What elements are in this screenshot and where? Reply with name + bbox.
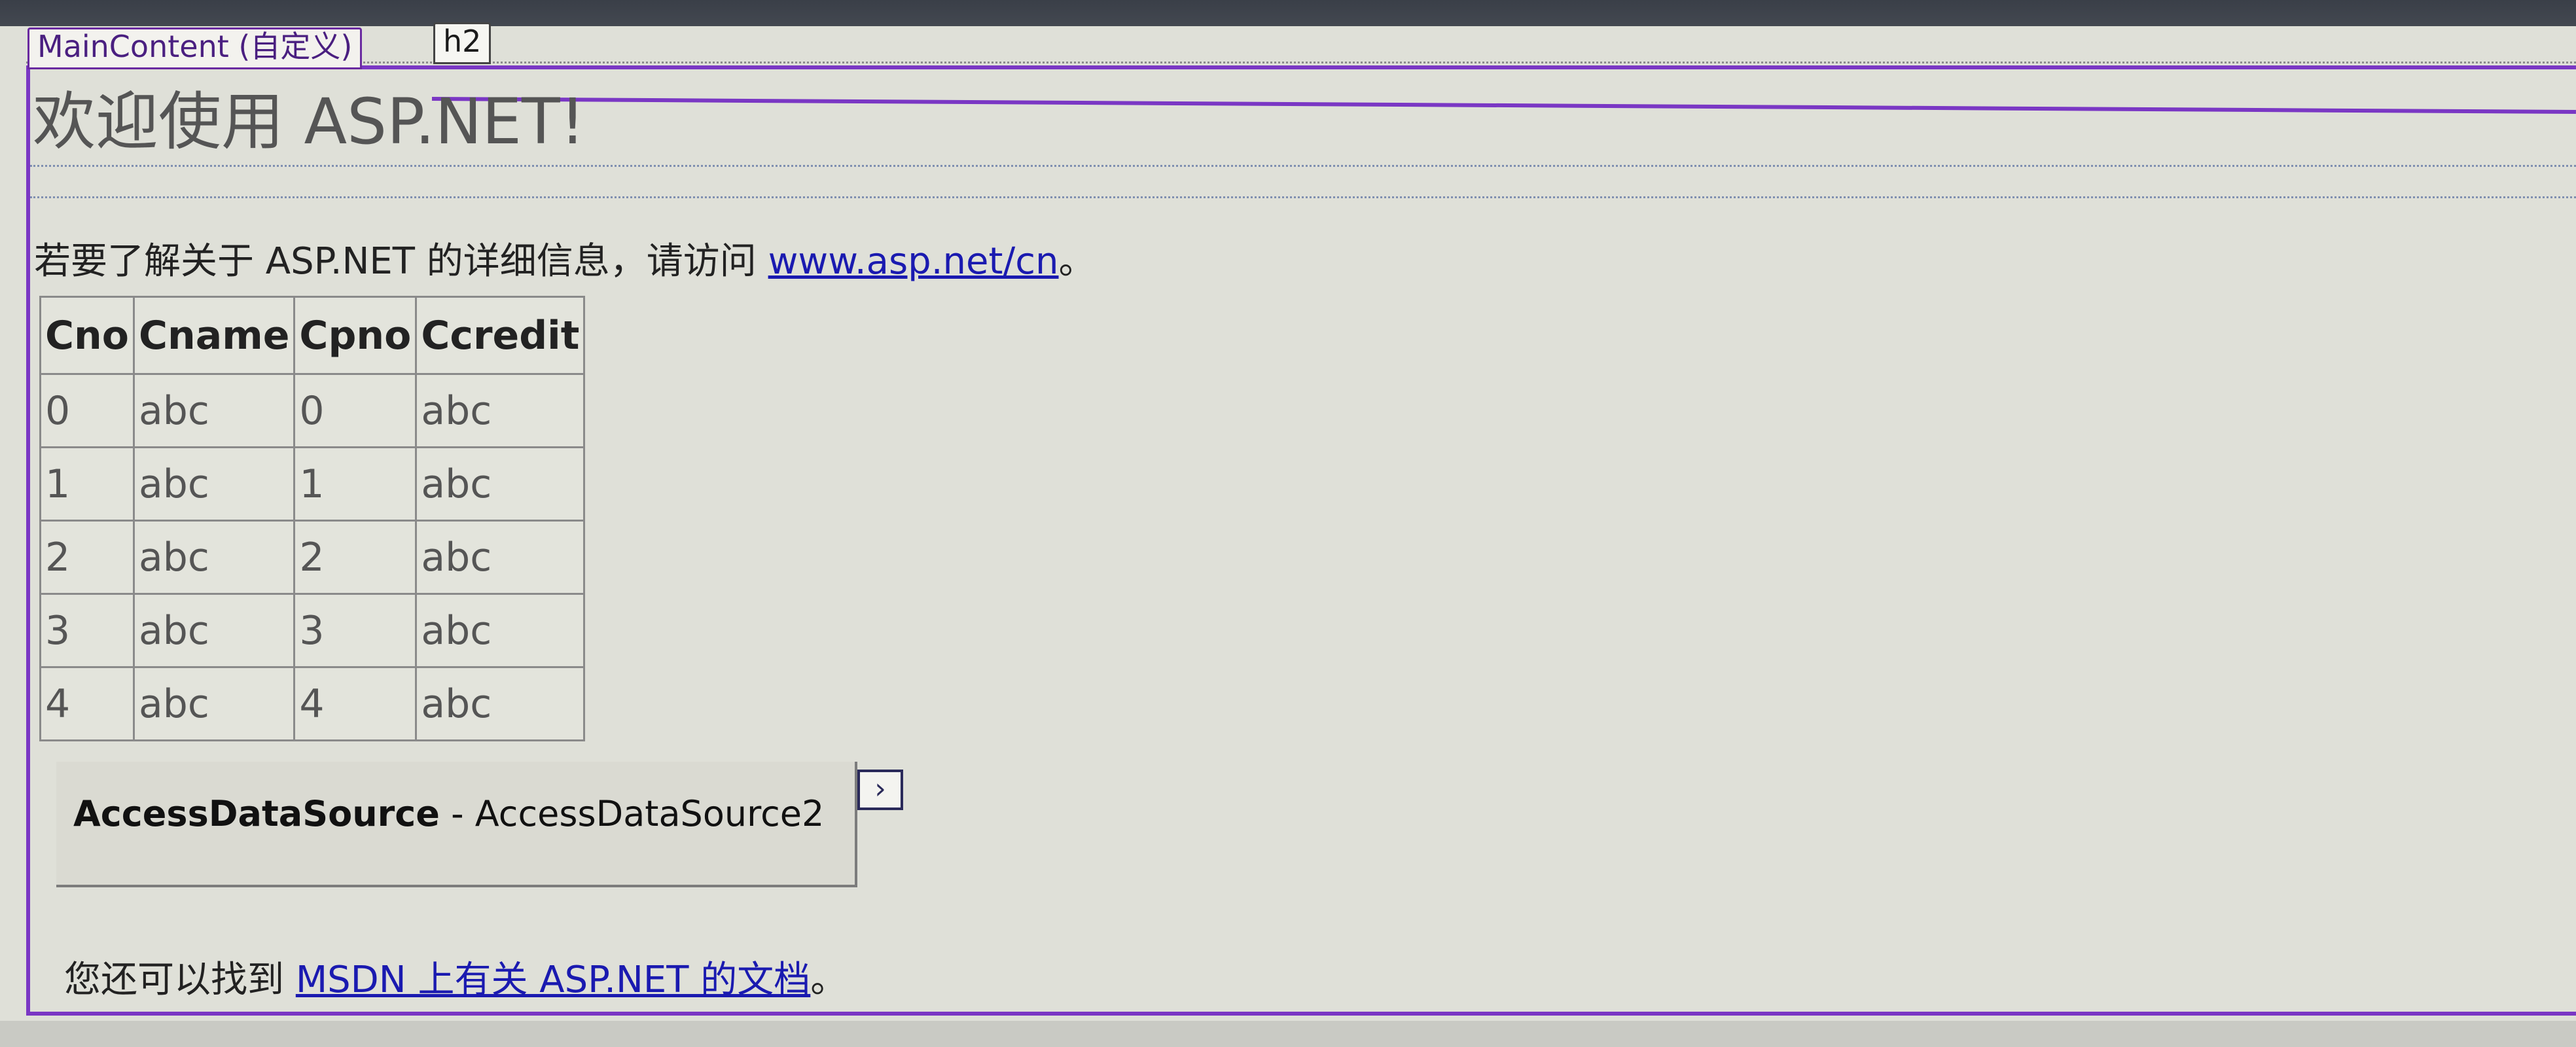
- table-cell: 4: [293, 666, 418, 741]
- heading-divider: [30, 196, 2576, 201]
- h2-tag[interactable]: h2: [433, 22, 492, 64]
- smart-tag-arrow-icon[interactable]: ›: [857, 770, 903, 810]
- design-surface-bottom: [0, 1021, 2576, 1047]
- table-cell: abc: [132, 666, 296, 741]
- column-header-cname[interactable]: Cname: [132, 296, 296, 375]
- table-cell: 1: [39, 446, 135, 522]
- table-cell: abc: [132, 593, 296, 668]
- table-cell: abc: [132, 520, 296, 595]
- table-cell: 0: [293, 373, 418, 448]
- table-row: 1 abc 1 abc: [39, 446, 586, 522]
- column-header-cno[interactable]: Cno: [39, 296, 135, 375]
- datasource-type: AccessDataSource: [73, 793, 440, 834]
- footer-paragraph: 您还可以找到 MSDN 上有关 ASP.NET 的文档。: [64, 954, 847, 1006]
- table-cell: abc: [132, 373, 296, 448]
- table-cell: 3: [39, 593, 135, 668]
- table-cell: abc: [415, 446, 586, 522]
- maincontent-tag[interactable]: MainContent (自定义): [27, 27, 363, 69]
- msdn-docs-link[interactable]: MSDN 上有关 ASP.NET 的文档: [296, 959, 810, 1001]
- table-cell: abc: [415, 666, 586, 741]
- table-row: 2 abc 2 abc: [39, 520, 586, 595]
- intro-suffix: 。: [1058, 240, 1096, 283]
- intro-text: 若要了解关于 ASP.NET 的详细信息，请访问: [34, 240, 768, 283]
- table-row: 0 abc 0 abc: [39, 373, 586, 448]
- datasource-separator: -: [439, 793, 475, 834]
- table-cell: 2: [293, 520, 418, 595]
- table-cell: abc: [415, 593, 586, 668]
- table-cell: 0: [39, 373, 135, 448]
- footer-text: 您还可以找到: [64, 959, 296, 1001]
- designer-screen: MainContent (自定义) h2 欢迎使用 ASP.NET! 若要了解关…: [0, 0, 2576, 1047]
- table-row: 3 abc 3 abc: [39, 593, 586, 668]
- table-cell: abc: [132, 446, 296, 522]
- column-header-cpno[interactable]: Cpno: [293, 296, 418, 375]
- footer-suffix: 。: [810, 959, 848, 1001]
- table-cell: abc: [415, 373, 586, 448]
- table-cell: 1: [293, 446, 418, 522]
- table-row: 4 abc 4 abc: [39, 666, 586, 741]
- table-cell: 3: [293, 593, 418, 668]
- accessdatasource-label: AccessDataSource - AccessDataSource2: [73, 788, 824, 840]
- column-header-ccredit[interactable]: Ccredit: [415, 296, 586, 375]
- datasource-id: AccessDataSource2: [474, 793, 825, 834]
- table-cell: abc: [415, 520, 586, 595]
- intro-paragraph: 若要了解关于 ASP.NET 的详细信息，请访问 www.asp.net/cn。: [34, 236, 1096, 288]
- page-heading[interactable]: 欢迎使用 ASP.NET!: [33, 82, 585, 161]
- table-cell: 4: [39, 666, 135, 741]
- gridview-table[interactable]: Cno Cname Cpno Ccredit 0 abc 0 abc 1 abc…: [39, 296, 586, 741]
- table-cell: 2: [39, 520, 135, 595]
- table-header-row: Cno Cname Cpno Ccredit: [39, 296, 586, 375]
- asp-net-link[interactable]: www.asp.net/cn: [768, 240, 1059, 283]
